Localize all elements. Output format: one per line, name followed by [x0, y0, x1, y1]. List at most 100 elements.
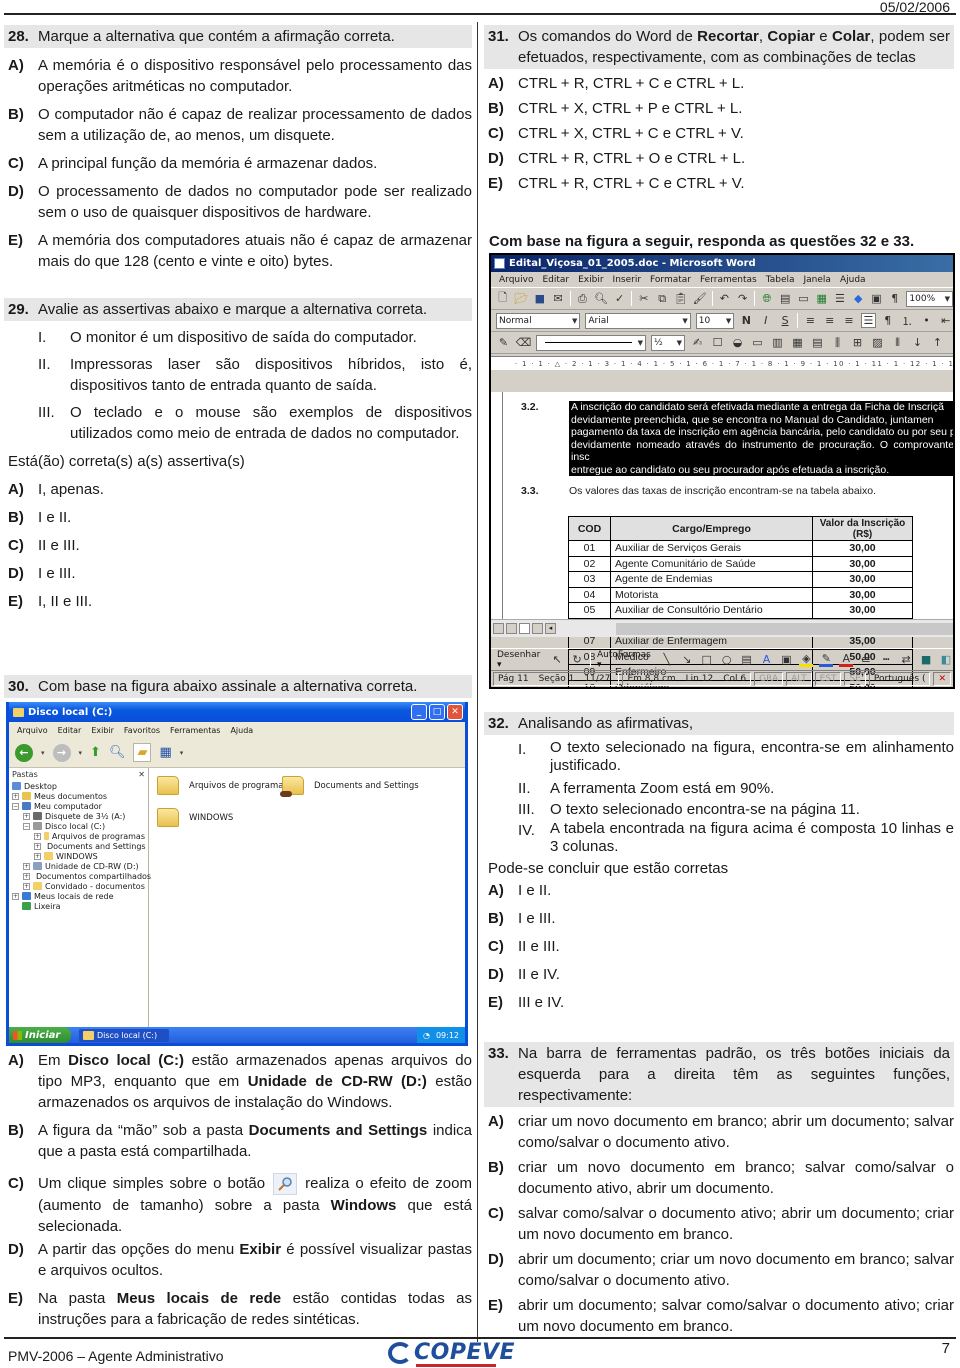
text-direction-icon[interactable]: ⫴: [890, 335, 905, 350]
cell-cargo[interactable]: Auxiliar de Serviços Gerais: [610, 540, 813, 557]
option-b[interactable]: B) A figura da “mão” sob a pasta Documen…: [4, 1120, 472, 1162]
eraser-icon[interactable]: ⌫: [516, 335, 532, 350]
autoformat-icon[interactable]: ▨: [870, 335, 885, 350]
option-b[interactable]: B) I e III.: [484, 908, 954, 929]
rectangle-icon[interactable]: □: [700, 652, 714, 667]
cell-valor[interactable]: 30,00: [812, 586, 913, 603]
outline-view-button[interactable]: [532, 623, 543, 634]
option-d[interactable]: D) A partir das opções do menu Exibir é …: [4, 1239, 472, 1281]
expand-icon[interactable]: +: [34, 852, 41, 860]
menu-exibir[interactable]: Exibir: [578, 275, 603, 285]
merge-cells-icon[interactable]: ▥: [770, 335, 785, 350]
italic-icon[interactable]: I: [759, 313, 773, 328]
close-button[interactable]: ✕: [447, 704, 463, 720]
line-weight-select[interactable]: ½ ▼: [651, 334, 685, 351]
numbering-icon[interactable]: ⒈: [900, 313, 914, 328]
status-language[interactable]: Português (: [868, 672, 931, 686]
align-left-icon[interactable]: ≡: [803, 313, 817, 328]
option-d[interactable]: D) I e III.: [4, 563, 472, 584]
spelling-status-icon[interactable]: ✕: [933, 672, 951, 686]
option-b[interactable]: B) O computador não é capaz de realizar p…: [4, 104, 472, 146]
tray-icon[interactable]: ◔: [423, 1031, 430, 1040]
cell-cargo[interactable]: Agente Comunitário de Saúde: [610, 555, 813, 572]
expand-icon[interactable]: +: [34, 832, 41, 840]
expand-icon[interactable]: +: [12, 892, 19, 900]
arrow-icon[interactable]: ↘: [680, 652, 694, 667]
select-objects-icon[interactable]: ↖: [550, 652, 564, 667]
cell-valor[interactable]: 30,00: [812, 602, 913, 619]
status-rec[interactable]: GRA: [754, 672, 784, 686]
menu-ferramentas[interactable]: Ferramentas: [700, 275, 757, 285]
line-style-select[interactable]: ▼: [536, 334, 646, 351]
expand-icon[interactable]: +: [34, 842, 41, 850]
cell-valor[interactable]: 30,00: [812, 555, 913, 572]
menu-formatar[interactable]: Formatar: [650, 275, 691, 285]
wordart-icon[interactable]: A: [760, 652, 774, 667]
cell-cod[interactable]: 02: [568, 555, 611, 572]
draw-menu[interactable]: Desenhar ▾: [497, 650, 544, 670]
folder-item[interactable]: WINDOWS: [157, 808, 233, 827]
bold-icon[interactable]: N: [739, 313, 753, 328]
align-right-icon[interactable]: ≡: [842, 313, 856, 328]
option-a[interactable]: A) A memória é o dispositivo responsável …: [4, 55, 472, 97]
format-painter-icon[interactable]: 🖌︎: [693, 291, 707, 306]
undo-icon[interactable]: ↶: [718, 291, 731, 306]
word-titlebar[interactable]: Edital_Viçosa_01_2005.doc - Microsoft Wo…: [491, 255, 953, 272]
folder-item[interactable]: Arquivos de programas: [157, 776, 288, 795]
arrow-style-icon[interactable]: ⇄: [899, 652, 913, 667]
cell-valor[interactable]: 30,00: [812, 571, 913, 588]
option-a[interactable]: A) Em Disco local (C:) estão armazenados…: [4, 1050, 472, 1113]
option-d[interactable]: D) CTRL + R, CTRL + O e CTRL + L.: [484, 148, 954, 169]
option-e[interactable]: E) A memória dos computadores atuais não …: [4, 230, 472, 272]
option-e[interactable]: E) III e IV.: [484, 992, 954, 1013]
rtl-icon[interactable]: ¶: [881, 313, 895, 328]
option-d[interactable]: D) II e IV.: [484, 964, 954, 985]
borders-icon[interactable]: ☐: [710, 335, 725, 350]
option-c[interactable]: C) CTRL + X, CTRL + C e CTRL + V.: [484, 123, 954, 144]
folder-item[interactable]: Documents and Settings: [280, 776, 419, 797]
search-button[interactable]: 🔍︎: [109, 745, 126, 760]
expand-icon[interactable]: +: [23, 862, 30, 870]
back-button[interactable]: ←: [15, 743, 33, 762]
option-a[interactable]: A) I e II.: [484, 880, 954, 901]
tree-item[interactable]: + Arquivos de programas: [12, 831, 145, 841]
menu-janela[interactable]: Janela: [804, 275, 831, 285]
up-folder-button[interactable]: ⬆: [90, 745, 101, 760]
horizontal-scrollbar[interactable]: ◂: [491, 619, 953, 637]
tree-item[interactable]: − Meu computador: [12, 801, 145, 811]
option-c[interactable]: C) salvar como/salvar o documento ativo; …: [484, 1203, 954, 1245]
cut-icon[interactable]: ✂: [637, 291, 650, 306]
menu-favoritos[interactable]: Favoritos: [124, 726, 160, 735]
collapse-icon[interactable]: −: [12, 802, 19, 810]
cell-cod[interactable]: 03: [568, 571, 611, 588]
menu-tabela[interactable]: Tabela: [766, 275, 795, 285]
views-button[interactable]: ▦: [159, 745, 171, 760]
print-preview-icon[interactable]: 🔍︎: [594, 291, 608, 306]
cell-cargo[interactable]: Auxiliar de Consultório Dentário: [610, 602, 813, 619]
font-color-icon[interactable]: A: [839, 652, 854, 667]
option-e[interactable]: E) CTRL + R, CTRL + C e CTRL + V.: [484, 173, 954, 194]
cell-cod[interactable]: 01: [568, 540, 611, 557]
columns-icon[interactable]: ☰: [833, 291, 846, 306]
email-icon[interactable]: ✉: [552, 291, 565, 306]
insert-table-icon[interactable]: ▭: [750, 335, 765, 350]
option-b[interactable]: B) CTRL + X, CTRL + P e CTRL + L.: [484, 98, 954, 119]
line-color-icon[interactable]: ✎: [819, 652, 834, 667]
option-a[interactable]: A) CTRL + R, CTRL + C e CTRL + L.: [484, 73, 954, 94]
distribute-rows-icon[interactable]: ⫼: [830, 335, 845, 350]
tables-borders-icon[interactable]: ▤: [779, 291, 792, 306]
status-trk[interactable]: ALT: [786, 672, 812, 686]
tree-item[interactable]: + WINDOWS: [12, 851, 145, 861]
sort-ascending-icon[interactable]: ↓: [910, 335, 925, 350]
insert-excel-icon[interactable]: ▦: [815, 291, 828, 306]
option-a[interactable]: A) I, apenas.: [4, 479, 472, 500]
tree-item[interactable]: Desktop: [12, 781, 145, 791]
align-center-icon[interactable]: ≡: [823, 313, 837, 328]
option-e[interactable]: E) abrir um documento; salvar como/salvar…: [484, 1295, 954, 1337]
clip-art-icon[interactable]: ▣: [780, 652, 794, 667]
3d-icon[interactable]: ◧: [939, 652, 953, 667]
menu-editar[interactable]: Editar: [542, 275, 569, 285]
option-c[interactable]: C) A principal função da memória é armaze…: [4, 153, 472, 174]
expand-icon[interactable]: +: [23, 882, 30, 890]
expand-icon[interactable]: +: [23, 872, 30, 880]
